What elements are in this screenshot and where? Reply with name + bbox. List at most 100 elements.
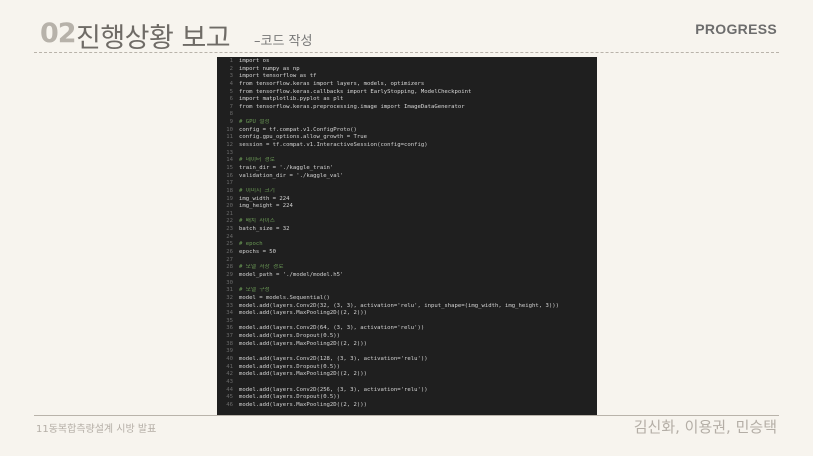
line-number: 14 xyxy=(226,157,233,164)
line-number: 44 xyxy=(226,386,233,393)
line-number: 33 xyxy=(226,302,233,309)
code-line: 32 model = models.Sequential() xyxy=(217,295,597,303)
code-line: 14 # 데이터 경로 xyxy=(217,157,597,165)
code-line: 44 model.add(layers.Conv2D(256, (3, 3), a… xyxy=(217,387,597,395)
code-text: from tensorflow.keras.callbacks import E… xyxy=(239,88,472,95)
code-line: 29 model_path = './model/model.h5' xyxy=(217,272,597,280)
code-line: 41 model.add(layers.Dropout(0.5)) xyxy=(217,364,597,372)
code-line: 22 # 배치 사이즈 xyxy=(217,218,597,226)
line-number: 21 xyxy=(226,210,233,217)
code-text: config = tf.compat.v1.ConfigProto() xyxy=(239,126,357,133)
code-screenshot: 1 import os 2 import numpy as np 3 import ten… xyxy=(217,57,597,415)
line-number: 28 xyxy=(226,264,233,271)
code-text: model_path = './model/model.h5' xyxy=(239,271,344,278)
code-text: # 배치 사이즈 xyxy=(239,218,275,225)
line-number: 26 xyxy=(226,249,233,256)
line-number: 22 xyxy=(226,218,233,225)
line-number: 40 xyxy=(226,355,233,362)
code-text: import numpy as np xyxy=(239,65,300,72)
line-number: 18 xyxy=(226,187,233,194)
code-line: 5 from tensorflow.keras.callbacks import … xyxy=(217,89,597,97)
code-line: 46 model.add(layers.MaxPooling2D((2, 2))) xyxy=(217,402,597,410)
section-label: PROGRESS xyxy=(695,21,777,37)
line-number: 3 xyxy=(229,73,233,80)
code-line: 31 # 모델 구성 xyxy=(217,287,597,295)
code-text: from tensorflow.keras import layers, mod… xyxy=(239,80,425,87)
code-line: 35 xyxy=(217,318,597,326)
code-line: 28 # 모델 저장 경로 xyxy=(217,264,597,272)
line-number: 19 xyxy=(226,195,233,202)
code-line: 34 model.add(layers.MaxPooling2D((2, 2))) xyxy=(217,310,597,318)
section-number: 02 xyxy=(40,18,77,49)
code-line: 13 xyxy=(217,150,597,158)
code-text: from tensorflow.keras.preprocessing.imag… xyxy=(239,103,465,110)
line-number: 16 xyxy=(226,172,233,179)
line-number: 17 xyxy=(226,180,233,187)
line-number: 37 xyxy=(226,333,233,340)
code-text: import tensorflow as tf xyxy=(239,73,317,80)
code-line: 24 xyxy=(217,234,597,242)
line-number: 15 xyxy=(226,164,233,171)
code-line: 40 model.add(layers.Conv2D(128, (3, 3), a… xyxy=(217,356,597,364)
slide-header: 02 진행상황 보고 –코드 작성 PROGRESS xyxy=(40,14,777,54)
line-number: 20 xyxy=(226,203,233,210)
code-line: 36 model.add(layers.Conv2D(64, (3, 3), ac… xyxy=(217,325,597,333)
code-line: 27 xyxy=(217,257,597,265)
code-text: model.add(layers.Dropout(0.5)) xyxy=(239,394,341,401)
code-line: 18 # 이미지 크기 xyxy=(217,188,597,196)
code-text: model.add(layers.MaxPooling2D((2, 2))) xyxy=(239,340,367,347)
code-text: # 데이터 경로 xyxy=(239,157,275,164)
line-number: 36 xyxy=(226,325,233,332)
line-number: 2 xyxy=(229,65,233,72)
code-line: 1 import os xyxy=(217,58,597,66)
code-text: img_height = 224 xyxy=(239,203,293,210)
line-number: 23 xyxy=(226,226,233,233)
footer-authors: 김신화, 이용권, 민승택 xyxy=(633,418,777,436)
code-text: batch_size = 32 xyxy=(239,226,290,233)
line-number: 29 xyxy=(226,271,233,278)
slide-subtitle: –코드 작성 xyxy=(254,34,313,49)
line-number: 1 xyxy=(229,58,233,64)
line-number: 13 xyxy=(226,149,233,156)
code-text: # 이미지 크기 xyxy=(239,187,275,194)
code-line: 45 model.add(layers.Dropout(0.5)) xyxy=(217,394,597,402)
line-number: 46 xyxy=(226,401,233,408)
code-text: # 모델 저장 경로 xyxy=(239,264,284,271)
line-number: 35 xyxy=(226,317,233,324)
footer-course: 11동복합측량설계 시방 발표 xyxy=(36,424,157,435)
code-text: model.add(layers.MaxPooling2D((2, 2))) xyxy=(239,310,367,317)
code-text: # epoch xyxy=(239,241,263,248)
line-number: 38 xyxy=(226,340,233,347)
line-number: 31 xyxy=(226,287,233,294)
code-text: model.add(layers.MaxPooling2D((2, 2))) xyxy=(239,401,367,408)
code-text: model.add(layers.Dropout(0.5)) xyxy=(239,333,341,340)
code-line: 38 model.add(layers.MaxPooling2D((2, 2))) xyxy=(217,341,597,349)
code-line: 23 batch_size = 32 xyxy=(217,226,597,234)
line-number: 30 xyxy=(226,279,233,286)
header-divider xyxy=(34,52,779,53)
code-line: 11 config.gpu_options.allow_growth = True xyxy=(217,134,597,142)
code-text: model = models.Sequential() xyxy=(239,294,330,301)
code-line: 10 config = tf.compat.v1.ConfigProto() xyxy=(217,127,597,135)
code-text: import matplotlib.pyplot as plt xyxy=(239,96,344,103)
code-line: 33 model.add(layers.Conv2D(32, (3, 3), ac… xyxy=(217,303,597,311)
code-line: 9 # GPU 설정 xyxy=(217,119,597,127)
code-line: 12 session = tf.compat.v1.InteractiveSess… xyxy=(217,142,597,150)
line-number: 9 xyxy=(229,119,233,126)
line-number: 24 xyxy=(226,233,233,240)
code-line: 20 img_height = 224 xyxy=(217,203,597,211)
code-line: 6 import matplotlib.pyplot as plt xyxy=(217,96,597,104)
line-number: 12 xyxy=(226,142,233,149)
code-text: model.add(layers.Conv2D(64, (3, 3), acti… xyxy=(239,325,425,332)
line-number: 25 xyxy=(226,241,233,248)
code-text: model.add(layers.Dropout(0.5)) xyxy=(239,363,341,370)
line-number: 45 xyxy=(226,394,233,401)
code-line: 16 validation_dir = './kaggle_val' xyxy=(217,173,597,181)
code-text: img_width = 224 xyxy=(239,195,290,202)
